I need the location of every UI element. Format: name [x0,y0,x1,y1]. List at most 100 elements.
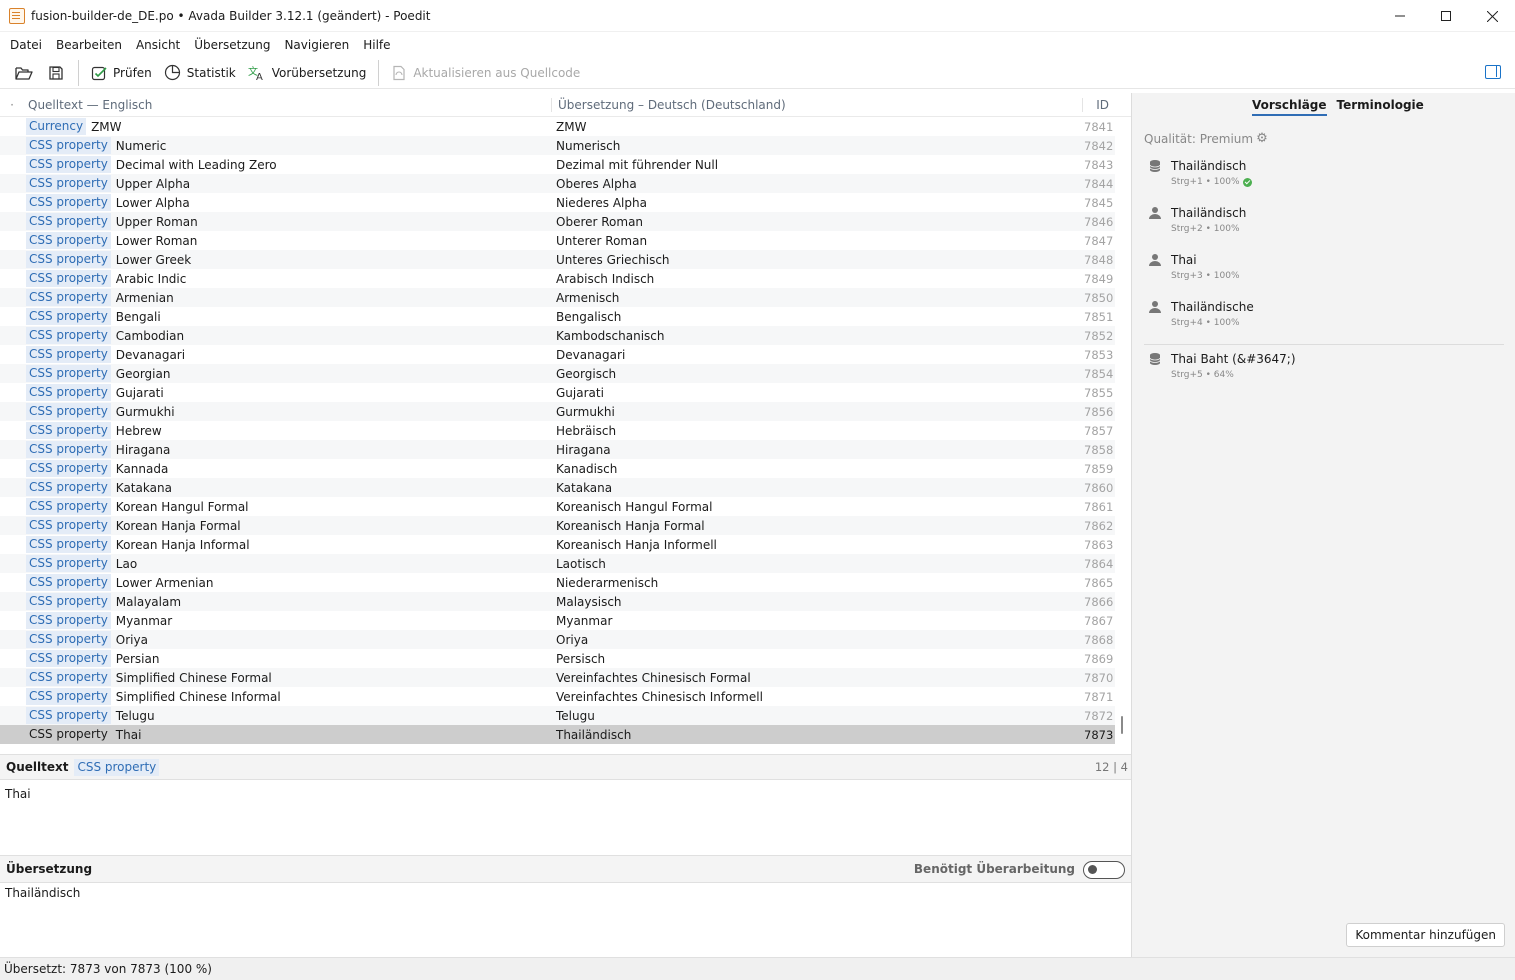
table-row[interactable]: CSS property Persian Persisch 7869 [0,649,1115,668]
header-translation[interactable]: Übersetzung – Deutsch (Deutschland) [552,97,1083,112]
translation-input[interactable]: Thailändisch [5,886,80,900]
table-row[interactable]: CSS property Thai Thailändisch 7873 [0,725,1115,744]
id-cell: 7858 [1084,442,1114,457]
needs-work-toggle[interactable] [1083,861,1125,879]
suggestion-item[interactable]: Thailändische Strg+4 • 100% [1148,300,1508,328]
gear-icon[interactable]: ⚙ [1256,131,1268,146]
context-tag: CSS property [26,308,111,325]
table-row[interactable]: CSS property Katakana Katakana 7860 [0,478,1115,497]
folder-open-icon [15,66,33,80]
source-cell: CSS property Hiragana [26,441,552,458]
open-button[interactable] [8,59,40,87]
table-row[interactable]: CSS property Korean Hanja Formal Koreanisc… [0,516,1115,535]
id-cell: 7843 [1084,157,1114,172]
minimize-button[interactable] [1377,0,1423,32]
table-row[interactable]: CSS property Simplified Chinese Informal V… [0,687,1115,706]
table-row[interactable]: CSS property Hebrew Hebräisch 7857 [0,421,1115,440]
pretranslate-button[interactable]: 文A Vorübersetzung [242,59,373,87]
header-id[interactable]: ID [1083,98,1109,112]
translation-cell: Koreanisch Hanja Formal [556,518,705,533]
quality-indicator[interactable]: Qualität: Premium ⚙ [1144,131,1268,146]
table-row[interactable]: CSS property Oriya Oriya 7868 [0,630,1115,649]
table-row[interactable]: CSS property Lower Armenian Niederarmenisc… [0,573,1115,592]
table-row[interactable]: CSS property Gurmukhi Gurmukhi 7856 [0,402,1115,421]
table-row[interactable]: CSS property Numeric Numerisch 7842 [0,136,1115,155]
table-row[interactable]: Currency ZMW ZMW 7841 [0,117,1115,136]
table-row[interactable]: CSS property Lower Alpha Niederes Alpha 784… [0,193,1115,212]
menu-translation[interactable]: Übersetzung [187,38,277,52]
source-string: Korean Hanja Formal [115,518,241,533]
suggestion-item[interactable]: Thai Baht (&#3647;) Strg+5 • 64% [1148,352,1508,380]
id-cell: 7852 [1084,328,1114,343]
table-row[interactable]: CSS property Bengali Bengalisch 7851 [0,307,1115,326]
table-row[interactable]: CSS property Upper Alpha Oberes Alpha 7844 [0,174,1115,193]
table-row[interactable]: CSS property Upper Roman Oberer Roman 7846 [0,212,1115,231]
table-row[interactable]: CSS property Kannada Kanadisch 7859 [0,459,1115,478]
table-row[interactable]: CSS property Decimal with Leading Zero Dez… [0,155,1115,174]
menu-view[interactable]: Ansicht [129,38,187,52]
menu-navigate[interactable]: Navigieren [277,38,356,52]
table-row[interactable]: CSS property Korean Hanja Informal Koreani… [0,535,1115,554]
menu-help[interactable]: Hilfe [356,38,397,52]
translation-cell: Unteres Griechisch [556,252,670,267]
source-cell: CSS property Persian [26,650,552,667]
context-tag: CSS property [26,232,111,249]
sidebar-toggle-icon[interactable] [1485,65,1501,79]
tab-suggestions[interactable]: Vorschläge [1252,98,1327,116]
scrollbar-thumb[interactable] [1121,716,1123,734]
table-row[interactable]: CSS property Armenian Armenisch 7850 [0,288,1115,307]
statistics-button[interactable]: Statistik [158,59,242,87]
translation-cell: Armenisch [556,290,620,305]
tab-terminology[interactable]: Terminologie [1337,98,1424,116]
source-string: Armenian [115,290,174,305]
context-tag: CSS property [29,727,108,741]
table-row[interactable]: CSS property Georgian Georgisch 7854 [0,364,1115,383]
save-button[interactable] [40,59,72,87]
maximize-button[interactable] [1423,0,1469,32]
source-cell: CSS property Simplified Chinese Informal [26,688,552,705]
table-row[interactable]: CSS property Myanmar Myanmar 7867 [0,611,1115,630]
plural-count: 12 | 4 [1094,760,1128,774]
add-comment-button[interactable]: Kommentar hinzufügen [1346,923,1505,947]
statistics-label: Statistik [186,65,236,80]
source-editor-header: Quelltext CSS property 12 | 4 [0,754,1131,780]
suggestion-item[interactable]: Thailändisch Strg+1 • 100% [1148,159,1508,187]
id-cell: 7848 [1084,252,1114,267]
table-row[interactable]: CSS property Simplified Chinese Formal Ver… [0,668,1115,687]
source-editor-title: Quelltext [6,760,69,774]
source-cell: CSS property Lower Roman [26,232,552,249]
source-string: Lao [115,556,138,571]
menu-file[interactable]: Datei [3,38,49,52]
table-row[interactable]: CSS property Malayalam Malaysisch 7866 [0,592,1115,611]
sort-indicator: · [10,97,14,112]
menu-edit[interactable]: Bearbeiten [49,38,129,52]
title-bar: fusion-builder-de_DE.po • Avada Builder … [0,0,1515,32]
table-row[interactable]: CSS property Devanagari Devanagari 7853 [0,345,1115,364]
context-tag: CSS property [26,498,111,515]
source-cell: CSS property Telugu [26,707,552,724]
context-tag: CSS property [26,346,111,363]
source-string: Oriya [115,632,148,647]
table-row[interactable]: CSS property Gujarati Gujarati 7855 [0,383,1115,402]
table-row[interactable]: CSS property Lao Laotisch 7864 [0,554,1115,573]
table-row[interactable]: CSS property Arabic Indic Arabisch Indisch… [0,269,1115,288]
source-string: Hiragana [115,442,171,457]
translation-cell: Koreanisch Hangul Formal [556,499,713,514]
table-row[interactable]: CSS property Lower Greek Unteres Griechisc… [0,250,1115,269]
close-button[interactable] [1469,0,1515,32]
suggestion-item[interactable]: Thai Strg+3 • 100% [1148,253,1508,281]
document-refresh-icon [393,65,405,80]
table-row[interactable]: CSS property Lower Roman Unterer Roman 7847 [0,231,1115,250]
header-source[interactable]: Quelltext — Englisch [24,97,552,112]
validate-button[interactable]: Prüfen [85,59,158,87]
table-row[interactable]: CSS property Cambodian Kambodschanisch 7852 [0,326,1115,345]
id-cell: 7846 [1084,214,1114,229]
table-row[interactable]: CSS property Hiragana Hiragana 7858 [0,440,1115,459]
context-tag: CSS property [26,403,111,420]
suggestion-item[interactable]: Thailändisch Strg+2 • 100% [1148,206,1508,234]
update-from-source-button[interactable]: Aktualisieren aus Quellcode [385,59,586,87]
table-row[interactable]: CSS property Korean Hangul Formal Koreanis… [0,497,1115,516]
source-cell: CSS property Lao [26,555,552,572]
table-row[interactable]: CSS property Telugu Telugu 7872 [0,706,1115,725]
translation-cell: Myanmar [556,613,613,628]
